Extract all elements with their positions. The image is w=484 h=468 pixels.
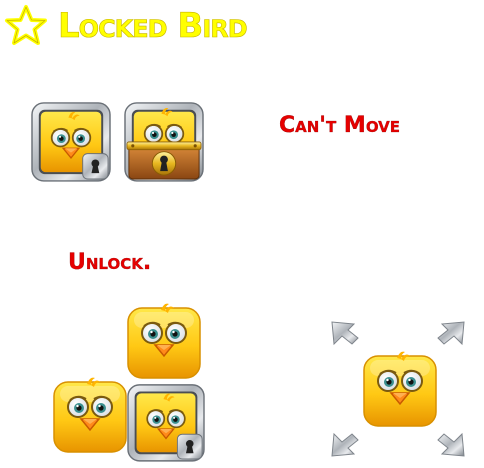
bird-icon (50, 374, 130, 458)
lock-icon (32, 96, 110, 182)
bird-block[interactable] (124, 300, 204, 384)
bird-block[interactable] (50, 374, 130, 458)
bird-block-with-corner-arrows[interactable] (328, 318, 468, 460)
keyhole-icon (124, 102, 204, 182)
bird-in-metal-lock-frame[interactable] (128, 378, 204, 462)
bird-in-metal-lock-frame[interactable] (32, 96, 110, 182)
lock-icon (128, 378, 204, 462)
bird-in-wooden-chest[interactable] (124, 96, 204, 182)
star-outline-icon (5, 5, 47, 45)
corner-arrows-icon (331, 321, 465, 457)
page-title: Locked Bird (58, 6, 248, 47)
unlock-label: Unlock. (68, 250, 152, 275)
cant-move-label: Can't Move (279, 113, 401, 138)
bird-icon (124, 300, 204, 384)
title-bar (4, 4, 48, 48)
